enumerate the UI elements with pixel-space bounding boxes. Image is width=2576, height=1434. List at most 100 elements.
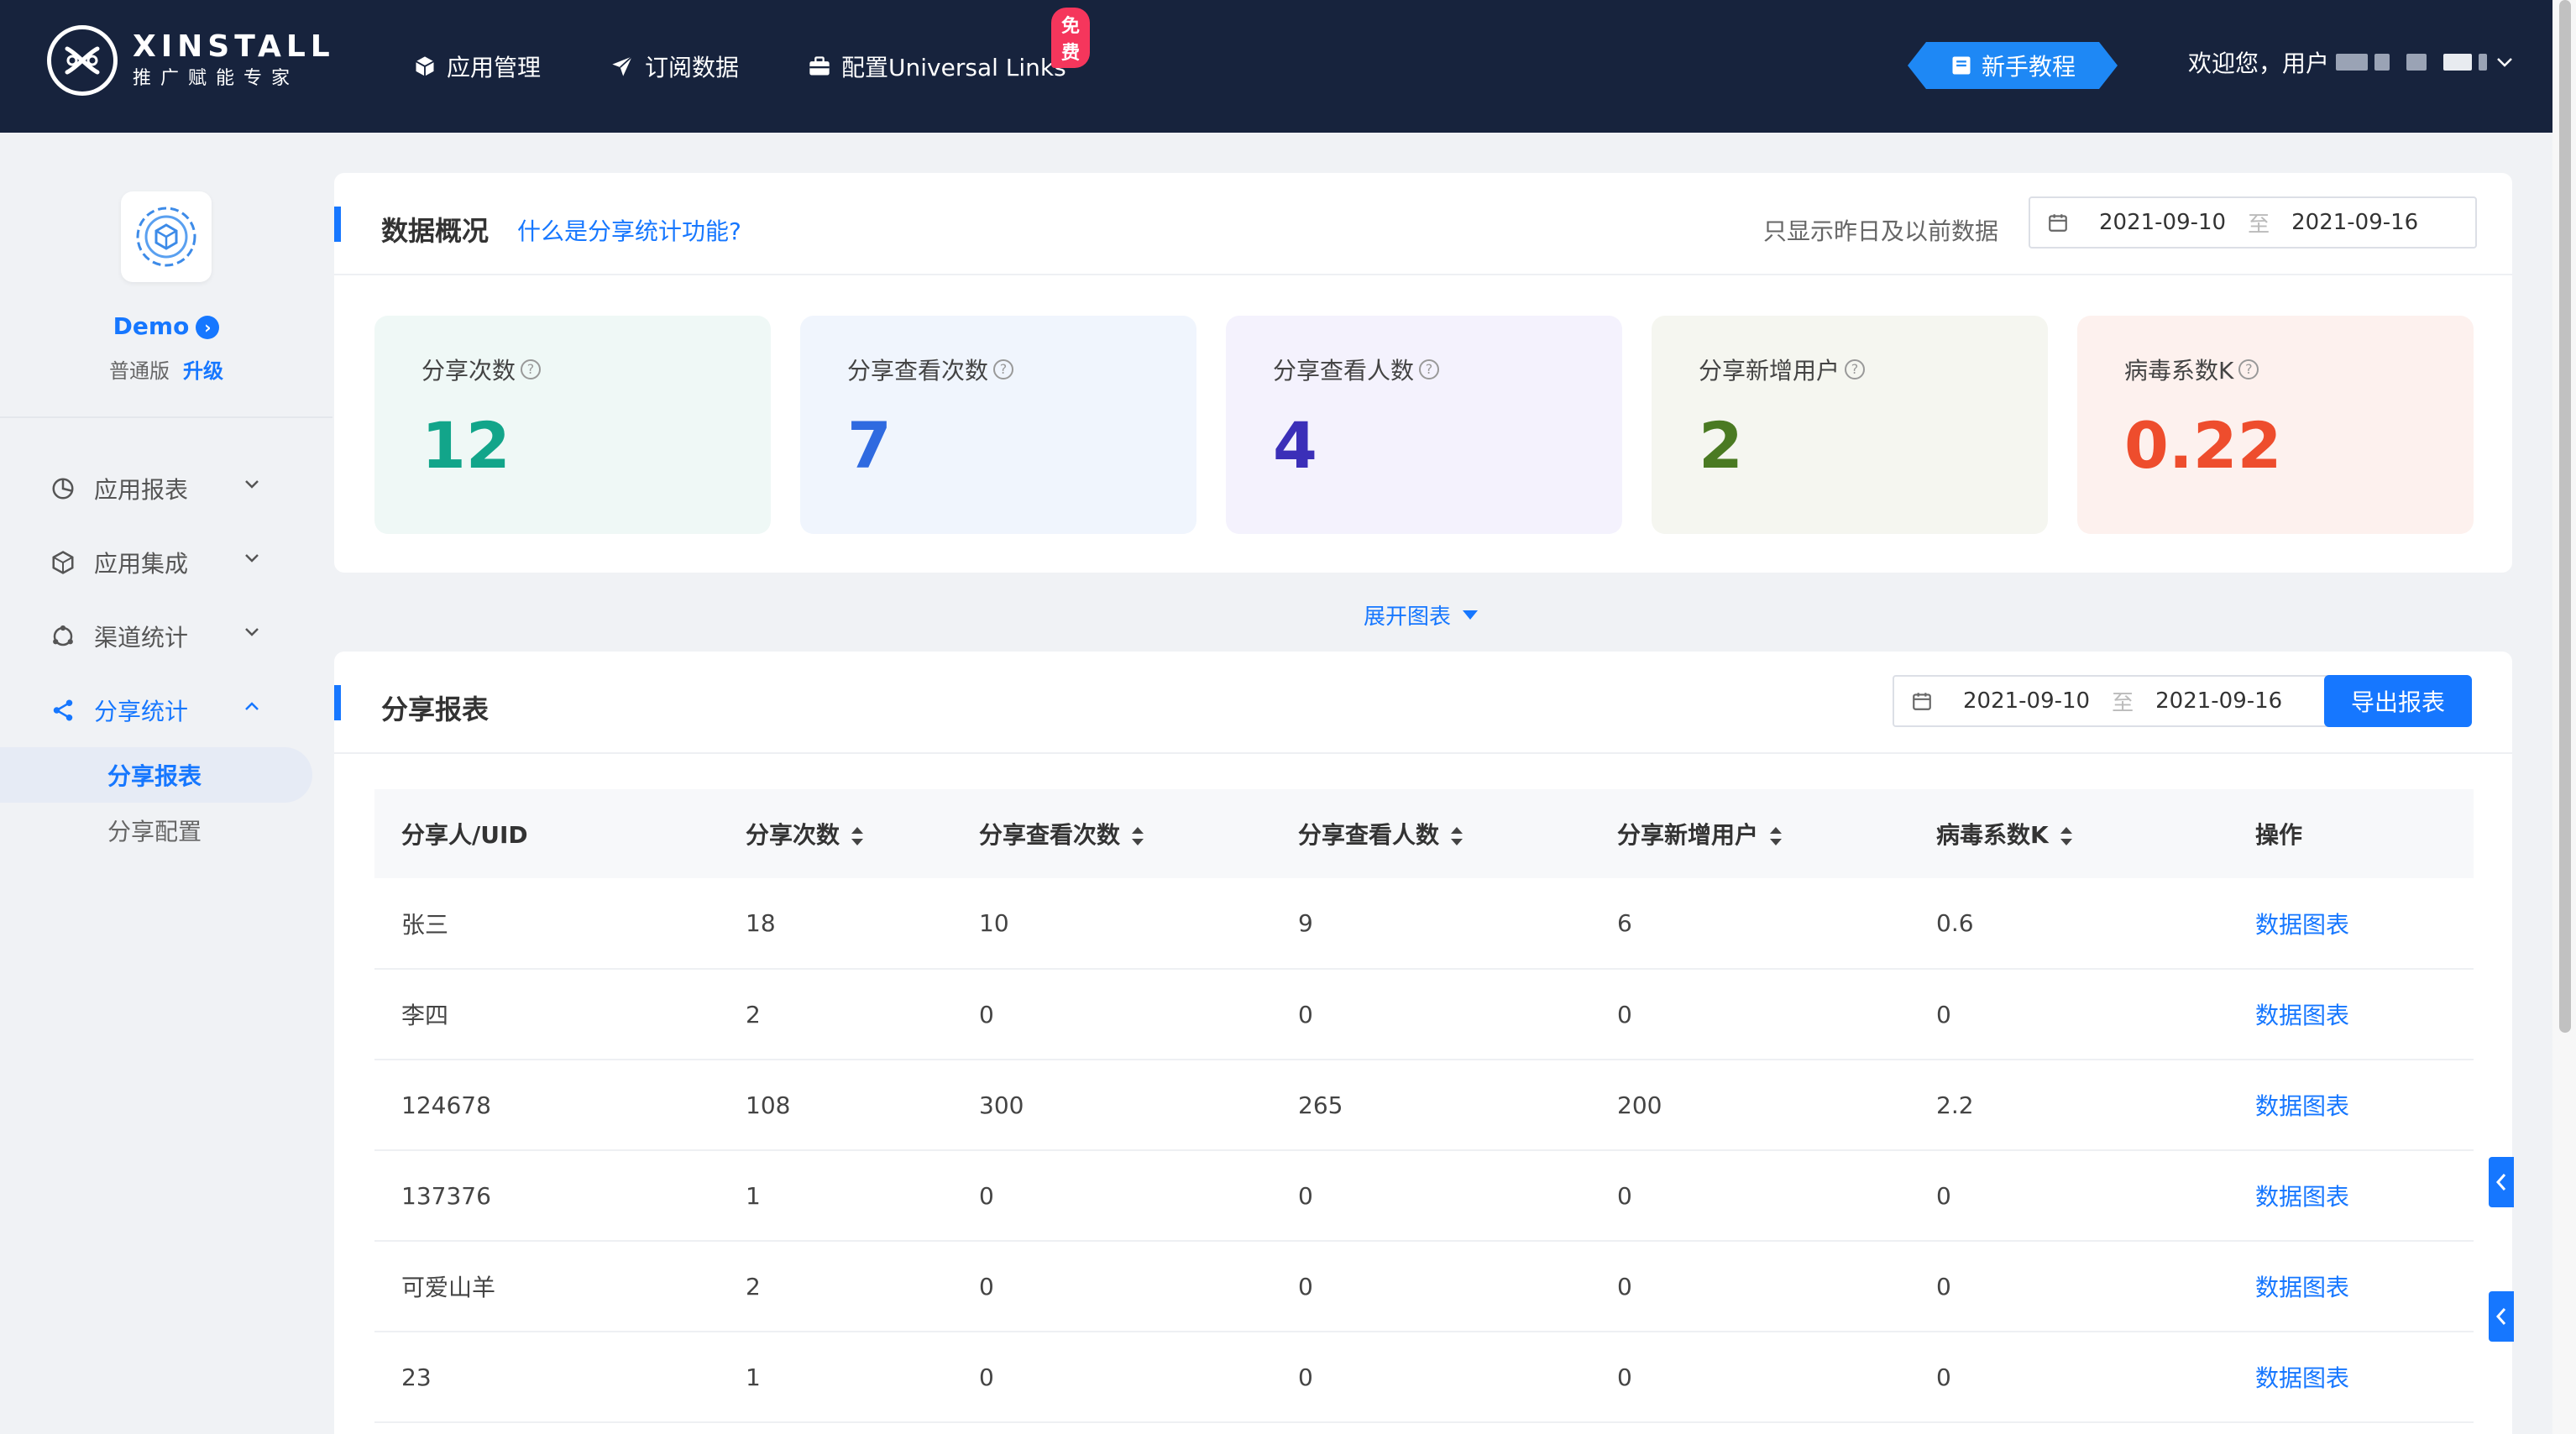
tutorial-button[interactable]: 新手教程 [1908, 42, 2118, 89]
metric-value: 7 [847, 408, 892, 483]
data-chart-link[interactable]: 数据图表 [2228, 878, 2474, 970]
table-row: 23 1 0 0 0 0 数据图表 [374, 1332, 2474, 1423]
redacted-username [2443, 54, 2473, 71]
sidebar: Demo › 普通版 升级 应用报表 应用集成 渠道统计 分享统计 分享报表 分… [0, 133, 332, 1434]
brand-logo[interactable]: XINSTALL 推广赋能专家 [47, 25, 335, 96]
column-header[interactable]: 分享新增用户 [1590, 789, 1909, 878]
column-header[interactable]: 分享次数 [719, 789, 952, 878]
share-report-table: 分享人/UID 分享次数 分享查看次数 分享查看人数 分享新增用户 病毒系数K … [374, 789, 2474, 1423]
column-label: 分享次数 [746, 821, 840, 849]
arrow-right-icon[interactable]: › [196, 316, 220, 339]
side-panel-toggle[interactable] [2489, 1291, 2514, 1342]
metric-label: 病毒系数K [2124, 357, 2234, 385]
cell-new-users: 200 [1590, 1060, 1909, 1151]
cube-outline-icon [52, 551, 74, 574]
cell-share-views: 10 [952, 878, 1271, 970]
date-from: 2021-09-10 [2099, 210, 2227, 235]
sort-icon[interactable] [1768, 825, 1783, 847]
column-header[interactable]: 分享查看次数 [952, 789, 1271, 878]
cell-uid: 23 [374, 1332, 719, 1423]
redacted-username [2479, 54, 2488, 71]
column-label: 分享查看次数 [979, 821, 1121, 849]
expand-chart-toggle[interactable]: 展开图表 [1364, 599, 1479, 631]
pie-chart-icon [52, 478, 74, 500]
cell-share-views: 0 [952, 1241, 1271, 1332]
redacted-username [2406, 54, 2427, 71]
help-icon[interactable]: ? [1419, 359, 1440, 379]
side-panel-toggle[interactable] [2489, 1157, 2514, 1207]
chevron-down-icon [245, 480, 259, 489]
help-link[interactable]: 什么是分享统计功能? [517, 213, 741, 247]
nav-label: 订阅数据 [645, 54, 740, 81]
cell-share-count: 1 [719, 1332, 952, 1423]
cell-new-users: 0 [1590, 1332, 1909, 1423]
cell-share-viewers: 0 [1271, 969, 1590, 1060]
plan-text: 普通版 [109, 359, 170, 383]
help-icon[interactable]: ? [1845, 359, 1866, 379]
metric-value: 2 [1699, 408, 1743, 483]
cell-uid: 李四 [374, 969, 719, 1060]
sidebar-item-app-report[interactable]: 应用报表 [0, 452, 332, 526]
sidebar-item-app-integration[interactable]: 应用集成 [0, 526, 332, 599]
data-chart-link[interactable]: 数据图表 [2228, 1241, 2474, 1332]
export-report-button[interactable]: 导出报表 [2324, 675, 2472, 727]
column-header: 操作 [2228, 789, 2474, 878]
date-to: 2021-09-16 [2155, 688, 2283, 714]
cell-new-users: 0 [1590, 969, 1909, 1060]
cell-new-users: 6 [1590, 878, 1909, 970]
metric-new-users: 分享新增用户? 2 [1652, 316, 2048, 534]
cell-virality-k: 0 [1909, 1332, 2228, 1423]
sidebar-item-channel-stats[interactable]: 渠道统计 [0, 599, 332, 673]
main-nav: 应用管理 订阅数据 配置Universal Links 免费 [413, 0, 1135, 133]
sort-icon[interactable] [1130, 825, 1145, 847]
metric-value: 0.22 [2124, 408, 2282, 483]
metric-cards: 分享次数? 12 分享查看次数? 7 分享查看人数? 4 分享新增用户? 2 病… [374, 316, 2474, 534]
cell-share-viewers: 265 [1271, 1060, 1590, 1151]
data-chart-link[interactable]: 数据图表 [2228, 1150, 2474, 1242]
nav-app-management[interactable]: 应用管理 [413, 50, 541, 83]
column-header[interactable]: 分享查看人数 [1271, 789, 1590, 878]
overview-date-range[interactable]: 2021-09-10 至 2021-09-16 [2029, 196, 2477, 249]
metric-label: 分享新增用户 [1699, 357, 1840, 385]
help-icon[interactable]: ? [521, 359, 542, 379]
briefcase-icon [809, 56, 830, 76]
sidebar-item-share-stats[interactable]: 分享统计 [0, 673, 332, 747]
sort-icon[interactable] [850, 825, 865, 847]
sidebar-subitem-share-report[interactable]: 分享报表 [0, 747, 312, 803]
expand-label: 展开图表 [1364, 604, 1452, 630]
date-from: 2021-09-10 [1963, 688, 2091, 714]
metric-label: 分享查看次数 [847, 357, 989, 385]
chevron-down-icon [245, 554, 259, 563]
cell-share-count: 108 [719, 1060, 952, 1151]
help-icon[interactable]: ? [993, 359, 1014, 379]
sort-icon[interactable] [1449, 825, 1464, 847]
cell-share-views: 0 [952, 969, 1271, 1060]
data-chart-link[interactable]: 数据图表 [2228, 1060, 2474, 1151]
section-accent-bar [334, 685, 341, 720]
metric-share-count: 分享次数? 12 [374, 316, 771, 534]
nav-subscription-data[interactable]: 订阅数据 [610, 50, 739, 83]
caret-down-icon [1463, 610, 1479, 620]
report-date-range[interactable]: 2021-09-10 至 2021-09-16 [1893, 675, 2348, 727]
column-header[interactable]: 病毒系数K [1909, 789, 2228, 878]
nav-universal-links[interactable]: 配置Universal Links 免费 [808, 8, 1091, 83]
column-label: 分享查看人数 [1298, 821, 1440, 849]
user-menu[interactable]: 欢迎您，用户 [2188, 45, 2514, 79]
paper-plane-icon [612, 55, 633, 76]
app-icon[interactable] [121, 191, 212, 282]
sidebar-subitem-share-config[interactable]: 分享配置 [0, 803, 312, 858]
data-chart-link[interactable]: 数据图表 [2228, 969, 2474, 1060]
top-navbar: XINSTALL 推广赋能专家 应用管理 订阅数据 配置Universal Li… [0, 0, 2552, 133]
overview-header: 数据概况 什么是分享统计功能? 只显示昨日及以前数据 2021-09-10 至 … [334, 173, 2512, 275]
upgrade-link[interactable]: 升级 [183, 359, 223, 383]
page-scrollbar-thumb[interactable] [2559, 0, 2571, 1033]
redacted-username [2374, 54, 2390, 71]
data-chart-link[interactable]: 数据图表 [2228, 1332, 2474, 1423]
help-icon[interactable]: ? [2238, 359, 2259, 379]
table-row: 可爱山羊 2 0 0 0 0 数据图表 [374, 1241, 2474, 1332]
cell-share-viewers: 0 [1271, 1332, 1590, 1423]
overview-card: 数据概况 什么是分享统计功能? 只显示昨日及以前数据 2021-09-10 至 … [334, 173, 2512, 573]
app-name[interactable]: Demo › [0, 312, 332, 340]
sort-icon[interactable] [2059, 825, 2074, 847]
share-report-card: 分享报表 2021-09-10 至 2021-09-16 导出报表 分享人/UI… [334, 652, 2512, 1434]
